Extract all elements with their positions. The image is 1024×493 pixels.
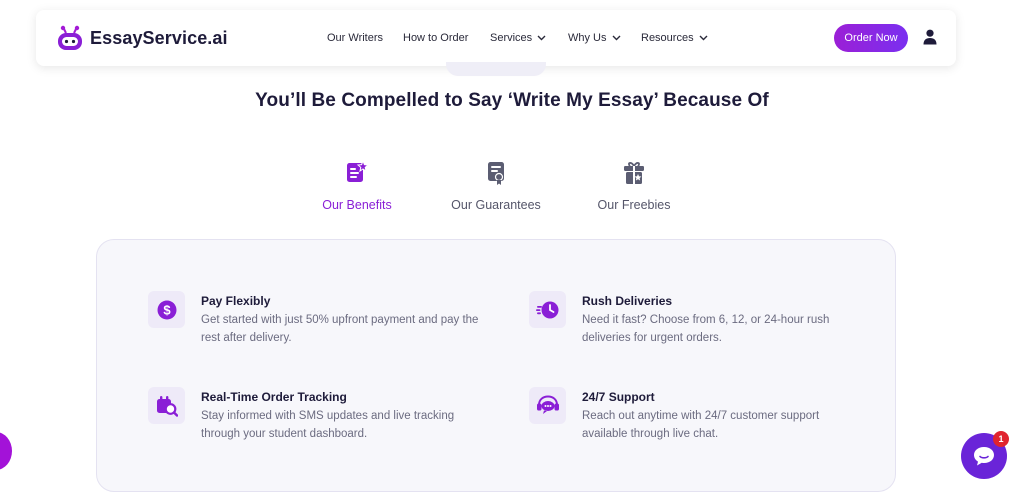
- benefits-panel: $ Pay Flexibly Get started with just 50%…: [96, 239, 896, 492]
- brand-name: EssayService.ai: [90, 27, 228, 48]
- tab-label: Our Guarantees: [451, 198, 541, 212]
- tab-our-freebies[interactable]: Our Freebies: [564, 160, 704, 212]
- logo[interactable]: EssayService.ai: [56, 25, 228, 51]
- fast-clock-icon: [535, 301, 558, 318]
- certificate-icon: [488, 162, 504, 185]
- feature-title: 24/7 Support: [582, 390, 655, 404]
- feature-description: Need it fast? Choose from 6, 12, or 24-h…: [582, 314, 830, 344]
- chevron-down-icon: [699, 35, 708, 41]
- benefits-list-icon: [347, 160, 369, 182]
- dollar-icon: $: [157, 300, 176, 319]
- support-chat-icon: [536, 394, 559, 414]
- feature-title: Rush Deliveries: [582, 294, 673, 308]
- chat-bubble-icon: [974, 447, 994, 466]
- nav-how-to-order[interactable]: How to Order: [403, 32, 468, 44]
- notification-badge: 1: [993, 431, 1009, 447]
- nav-resources[interactable]: Resources: [641, 32, 708, 44]
- user-icon[interactable]: [923, 29, 937, 45]
- nav-services[interactable]: Services: [490, 32, 546, 44]
- tab-label: Our Freebies: [597, 198, 671, 212]
- feature-icon-box: [529, 387, 566, 424]
- tab-label: Our Benefits: [322, 198, 392, 212]
- tab-our-benefits[interactable]: Our Benefits: [287, 160, 427, 212]
- nav-label: Services: [490, 32, 533, 44]
- chevron-down-icon: [537, 35, 546, 41]
- feature-description: Reach out anytime with 24/7 customer sup…: [582, 410, 820, 440]
- feature-icon-box: $: [148, 291, 185, 328]
- feature-title: Real-Time Order Tracking: [201, 390, 347, 404]
- nav-label: Why Us: [568, 32, 607, 44]
- feature-description: Stay informed with SMS updates and live …: [201, 410, 455, 440]
- top-navbar: EssayService.ai Our Writers How to Order…: [36, 10, 956, 66]
- feature-icon-box: [529, 291, 566, 328]
- robot-logo-icon: [58, 25, 82, 50]
- side-promo-bubble[interactable]: [0, 432, 12, 470]
- section-heading: You’ll Be Compelled to Say ‘Write My Ess…: [255, 90, 769, 111]
- nav-label: Our Writers: [327, 32, 384, 44]
- feature-title: Pay Flexibly: [201, 294, 271, 308]
- tracking-icon: [156, 395, 178, 417]
- chevron-down-icon: [612, 35, 620, 41]
- section-tab-decoration: [446, 62, 546, 76]
- nav-why-us[interactable]: Why Us: [568, 32, 621, 44]
- nav-label: How to Order: [403, 32, 469, 44]
- tab-our-guarantees[interactable]: Our Guarantees: [426, 160, 566, 212]
- feature-icon-box: [148, 387, 185, 424]
- feature-description: Get started with just 50% upfront paymen…: [201, 314, 479, 344]
- order-now-button[interactable]: Order Now: [834, 24, 908, 52]
- nav-label: Resources: [641, 32, 694, 44]
- gift-icon: [624, 162, 644, 184]
- svg-text:$: $: [163, 302, 171, 317]
- nav-our-writers[interactable]: Our Writers: [327, 32, 383, 44]
